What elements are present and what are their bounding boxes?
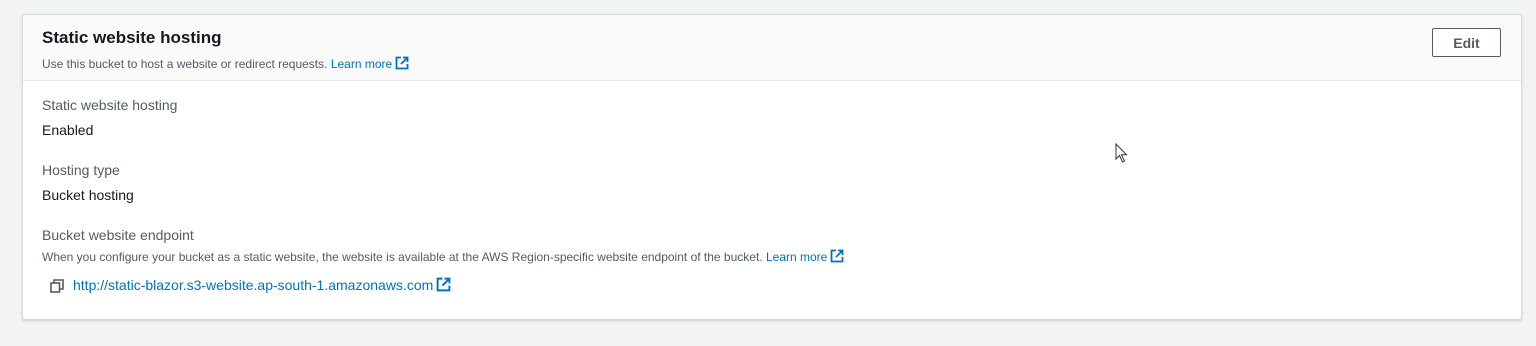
hosting-type-label: Hosting type (42, 162, 120, 178)
endpoint-label: Bucket website endpoint (42, 227, 194, 243)
static-website-hosting-panel: Static website hosting Use this bucket t… (22, 14, 1522, 320)
endpoint-description: When you configure your bucket as a stat… (42, 249, 844, 266)
hosting-type-value: Bucket hosting (42, 187, 134, 203)
panel-description: Use this bucket to host a website or red… (42, 56, 409, 73)
external-link-icon (830, 249, 844, 266)
endpoint-description-text: When you configure your bucket as a stat… (42, 250, 763, 264)
endpoint-url-link[interactable]: http://static-blazor.s3-website.ap-south… (73, 277, 451, 295)
panel-description-text: Use this bucket to host a website or red… (42, 57, 328, 71)
endpoint-learn-more-link[interactable]: Learn more (765, 249, 844, 266)
endpoint-learn-more-label: Learn more (765, 250, 828, 264)
external-link-icon (436, 277, 451, 295)
external-link-icon (395, 56, 409, 73)
panel-header: Static website hosting Use this bucket t… (23, 15, 1521, 81)
edit-button[interactable]: Edit (1432, 28, 1501, 57)
hosting-label: Static website hosting (42, 97, 178, 113)
endpoint-row: http://static-blazor.s3-website.ap-south… (50, 277, 451, 295)
hosting-value: Enabled (42, 122, 94, 138)
endpoint-url: http://static-blazor.s3-website.ap-south… (73, 277, 434, 293)
learn-more-link[interactable]: Learn more (330, 56, 409, 73)
learn-more-label: Learn more (330, 57, 393, 71)
panel-title: Static website hosting (42, 28, 222, 47)
copy-icon[interactable] (50, 279, 64, 293)
mouse-cursor-icon (1115, 143, 1128, 163)
